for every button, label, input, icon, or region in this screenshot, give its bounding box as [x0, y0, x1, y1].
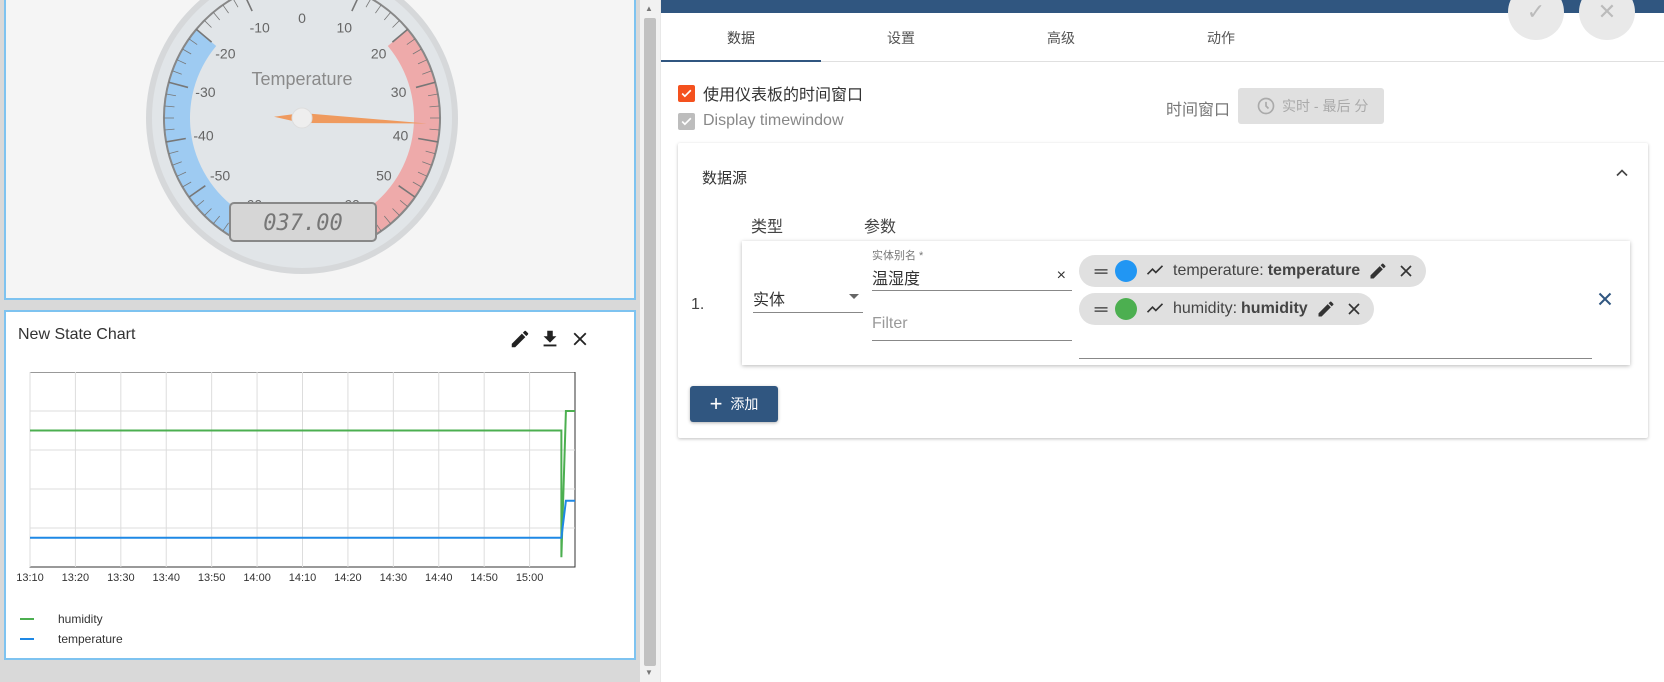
- edit-icon[interactable]: [1316, 299, 1336, 319]
- color-dot[interactable]: [1115, 298, 1137, 320]
- scroll-up-icon[interactable]: ▲: [645, 4, 653, 13]
- chart-title: New State Chart: [18, 326, 136, 343]
- drag-handle-icon[interactable]: ═: [1087, 261, 1115, 282]
- temperature-gauge-widget: -60-50-40-30-20-100102030405060Temperatu…: [4, 0, 636, 300]
- gauge-tick-label: 30: [391, 84, 407, 100]
- legend-item-temperature: temperature: [20, 632, 123, 646]
- x-tick-label: 14:30: [380, 572, 408, 584]
- gauge-tick-label: 40: [393, 127, 409, 143]
- legend-swatch: [20, 618, 34, 620]
- legend-swatch: [20, 638, 34, 640]
- clock-icon: [1257, 97, 1275, 115]
- temperature-gauge: -60-50-40-30-20-100102030405060Temperatu…: [146, 0, 458, 274]
- legend-label: temperature: [58, 632, 123, 646]
- datasource-type-select[interactable]: 实体: [753, 277, 863, 313]
- column-params-header: 参数: [864, 219, 897, 236]
- datasources-title: 数据源: [702, 170, 748, 187]
- entity-alias-input[interactable]: 温湿度 ×: [872, 261, 1072, 291]
- gauge-tick-label: 10: [336, 19, 352, 35]
- datasources-card: 数据源 类型 参数 1. 实体 实体别名 * 温湿度 × Filter ═ te…: [678, 143, 1648, 438]
- tab-bar: 数据 设置 高级 动作: [661, 13, 1664, 62]
- download-icon[interactable]: [539, 328, 563, 352]
- datakey-value: humidity: [1241, 300, 1308, 317]
- display-timewindow-checkbox[interactable]: Display timewindow: [678, 112, 844, 130]
- state-chart-plot: 13:10 13:20 13:30 13:40 13:50 14:00 14:10 14:20…: [16, 372, 576, 584]
- datakeys-input-underline: [1079, 358, 1592, 359]
- entity-alias-value: 温湿度: [872, 271, 921, 288]
- gauge-tick-label: -40: [193, 127, 213, 143]
- state-chart-widget: New State Chart 13:10 13:20 13:30 13:40 13:5…: [4, 310, 636, 660]
- x-tick-label: 14:40: [425, 572, 453, 584]
- x-tick-label: 14:20: [334, 572, 362, 584]
- x-tick-label: 14:50: [470, 572, 498, 584]
- chevron-up-icon[interactable]: [1612, 163, 1632, 183]
- checkbox-checked-icon: [678, 112, 695, 130]
- color-dot[interactable]: [1115, 260, 1137, 282]
- gauge-tick-label: 20: [371, 46, 387, 62]
- scrollbar[interactable]: ▲ ▼: [640, 0, 660, 682]
- legend-item-humidity: humidity: [20, 612, 103, 626]
- tab-advanced[interactable]: 高级: [981, 13, 1141, 62]
- close-icon[interactable]: [569, 328, 593, 352]
- add-button-label: 添加: [730, 396, 759, 412]
- x-tick-label: 13:10: [16, 572, 44, 584]
- gauge-needle-hub: [291, 107, 313, 129]
- x-tick-label: 14:10: [289, 572, 317, 584]
- datasource-row-index: 1.: [691, 296, 705, 313]
- tab-data[interactable]: 数据: [661, 13, 821, 62]
- datakey-chip-temperature[interactable]: ═ temperature: temperature: [1079, 255, 1427, 287]
- caret-down-icon: [849, 294, 859, 299]
- legend-label: humidity: [58, 612, 103, 626]
- gauge-tick-label: 0: [298, 10, 306, 26]
- datasource-row: 实体 实体别名 * 温湿度 × Filter ═ temperature: te…: [742, 241, 1630, 365]
- edit-icon[interactable]: [509, 328, 533, 352]
- gauge-lcd-value: 037.00: [263, 211, 342, 236]
- datakey-value: temperature: [1267, 262, 1361, 279]
- scrollbar-thumb[interactable]: [644, 18, 656, 666]
- x-tick-label: 13:50: [198, 572, 226, 584]
- gauge-tick-label: -10: [250, 19, 270, 35]
- datakey-chip-humidity[interactable]: ═ humidity: humidity: [1079, 293, 1374, 325]
- timewindow-button[interactable]: 实时 - 最后 分: [1238, 88, 1384, 124]
- datakey-label: humidity:: [1173, 300, 1238, 317]
- gauge-tick-label: -30: [195, 84, 215, 100]
- x-tick-label: 13:40: [152, 572, 180, 584]
- remove-datasource-icon[interactable]: [1594, 288, 1616, 310]
- x-tick-label: 14:00: [243, 572, 271, 584]
- timeseries-icon: [1145, 260, 1167, 282]
- remove-key-icon[interactable]: [1396, 261, 1416, 281]
- datakey-label: temperature:: [1173, 262, 1264, 279]
- gauge-tick-label: -50: [210, 167, 230, 183]
- use-dashboard-timewindow-checkbox[interactable]: 使用仪表板的时间窗口: [678, 81, 863, 105]
- x-tick-label: 15:00: [516, 572, 544, 584]
- column-type-header: 类型: [751, 219, 784, 236]
- timeseries-icon: [1145, 298, 1167, 320]
- x-tick-label: 13:20: [62, 572, 90, 584]
- type-select-value: 实体: [753, 292, 786, 309]
- checkbox-label: Display timewindow: [703, 112, 844, 129]
- gauge-title: Temperature: [251, 69, 352, 89]
- scroll-down-icon[interactable]: ▼: [645, 668, 653, 677]
- checkbox-label: 使用仪表板的时间窗口: [703, 87, 864, 104]
- remove-key-icon[interactable]: [1344, 299, 1364, 319]
- x-tick-label: 13:30: [107, 572, 135, 584]
- clear-icon[interactable]: ×: [1057, 267, 1066, 285]
- gauge-tick-label: 50: [376, 167, 392, 183]
- timewindow-label: 时间窗口: [1166, 102, 1231, 119]
- drag-handle-icon[interactable]: ═: [1087, 299, 1115, 320]
- filter-input[interactable]: Filter: [872, 311, 1072, 341]
- add-datasource-button[interactable]: + 添加: [690, 386, 778, 422]
- edit-icon[interactable]: [1368, 261, 1388, 281]
- checkbox-checked-icon: [678, 84, 695, 102]
- widget-config-panel: ✓ ✕ 数据 设置 高级 动作 使用仪表板的时间窗口 Display timew…: [661, 0, 1664, 682]
- timewindow-value: 实时 - 最后 分: [1282, 98, 1369, 114]
- dashboard-area: -60-50-40-30-20-100102030405060Temperatu…: [0, 0, 660, 682]
- tab-settings[interactable]: 设置: [821, 13, 981, 62]
- plus-icon: +: [709, 391, 723, 416]
- tab-actions[interactable]: 动作: [1141, 13, 1301, 62]
- gauge-tick-label: -20: [215, 46, 235, 62]
